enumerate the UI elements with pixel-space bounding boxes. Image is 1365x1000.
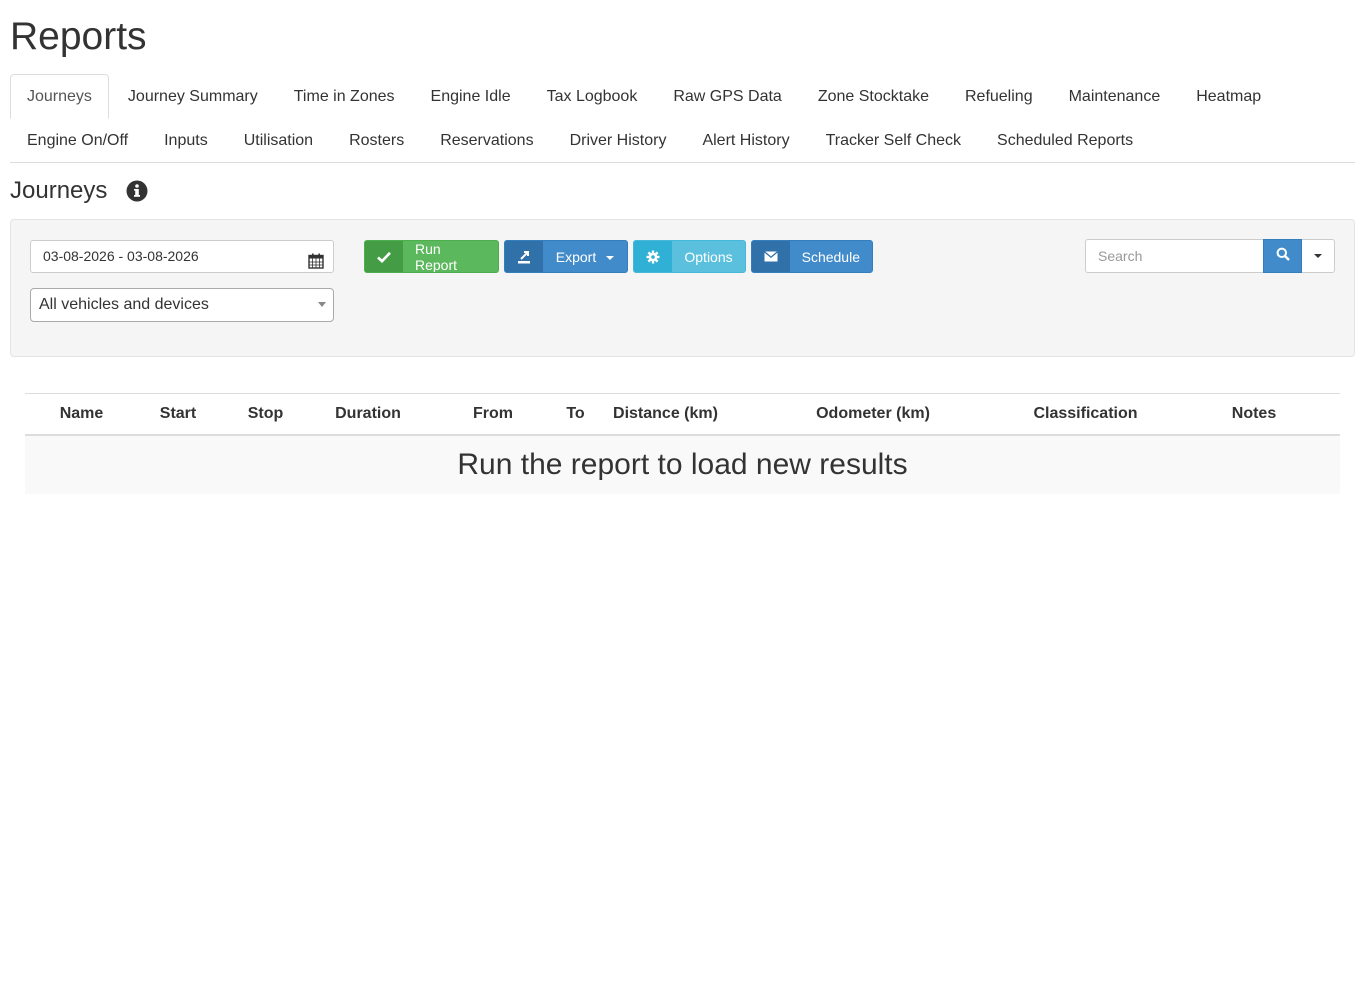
tab-utilisation[interactable]: Utilisation [227, 118, 330, 162]
column-header-start[interactable]: Start [138, 393, 218, 436]
options-label: Options [684, 248, 733, 265]
results-table: Name Start Stop Duration From To Distanc… [25, 393, 1340, 494]
section-header: Journeys [10, 163, 1355, 219]
tab-maintenance[interactable]: Maintenance [1052, 74, 1178, 118]
export-label: Export [555, 248, 597, 265]
column-header-name[interactable]: Name [25, 393, 138, 436]
search-input[interactable] [1085, 239, 1263, 273]
column-header-from[interactable]: From [423, 393, 563, 436]
vehicle-select-value: All vehicles and devices [39, 296, 209, 313]
table-header-row: Name Start Stop Duration From To Distanc… [25, 393, 1340, 436]
page-title: Reports [10, 15, 147, 58]
date-range-input[interactable]: 03-08-2026 - 03-08-2026 [30, 240, 334, 273]
reports-page: Reports Journeys Journey Summary Time in… [0, 0, 1365, 357]
tab-tax-logbook[interactable]: Tax Logbook [530, 74, 655, 118]
column-header-classification[interactable]: Classification [1003, 393, 1168, 436]
schedule-button[interactable]: Schedule [751, 240, 873, 273]
tab-journeys[interactable]: Journeys [10, 74, 109, 119]
check-icon [365, 241, 403, 272]
export-button[interactable]: Export [504, 240, 628, 273]
tab-heatmap[interactable]: Heatmap [1179, 74, 1278, 118]
export-icon [505, 241, 543, 272]
search-group [1085, 239, 1335, 273]
schedule-label: Schedule [801, 248, 860, 265]
tab-time-in-zones[interactable]: Time in Zones [277, 74, 412, 118]
column-header-notes[interactable]: Notes [1168, 393, 1340, 436]
envelope-icon [752, 241, 790, 272]
empty-results-message: Run the report to load new results [25, 434, 1340, 494]
column-header-distance[interactable]: Distance (km) [588, 393, 743, 436]
tab-alert-history[interactable]: Alert History [685, 118, 806, 162]
results-table-wrap: Name Start Stop Duration From To Distanc… [25, 393, 1340, 494]
tab-inputs[interactable]: Inputs [147, 118, 225, 162]
search-button[interactable] [1263, 239, 1302, 273]
search-icon [1276, 247, 1290, 266]
column-header-duration[interactable]: Duration [313, 393, 423, 436]
calendar-icon[interactable] [308, 249, 324, 269]
run-report-label: Run Report [415, 240, 458, 273]
column-header-to[interactable]: To [563, 393, 588, 436]
tab-engine-on-off[interactable]: Engine On/Off [10, 118, 145, 162]
search-options-dropdown[interactable] [1302, 239, 1335, 273]
table-row: Run the report to load new results [25, 434, 1340, 494]
run-report-button[interactable]: Run Report [364, 240, 499, 273]
report-tabs: Journeys Journey Summary Time in Zones E… [10, 74, 1355, 163]
tab-driver-history[interactable]: Driver History [553, 118, 684, 162]
tab-raw-gps-data[interactable]: Raw GPS Data [656, 74, 798, 118]
section-title: Journeys [10, 177, 108, 204]
caret-down-icon [1314, 254, 1322, 258]
chevron-down-icon [318, 302, 326, 307]
tab-tracker-self-check[interactable]: Tracker Self Check [809, 118, 978, 162]
tab-refueling[interactable]: Refueling [948, 74, 1050, 118]
filter-panel: 03-08-2026 - 03-08-2026 All vehicles and… [10, 219, 1355, 357]
tab-journey-summary[interactable]: Journey Summary [111, 74, 275, 118]
export-label-wrap: Export [543, 241, 627, 272]
vehicle-select[interactable]: All vehicles and devices [30, 288, 334, 322]
tab-scheduled-reports[interactable]: Scheduled Reports [980, 118, 1150, 162]
caret-down-icon [606, 255, 615, 260]
tab-zone-stocktake[interactable]: Zone Stocktake [801, 74, 946, 118]
column-header-stop[interactable]: Stop [218, 393, 313, 436]
gear-icon [634, 241, 672, 272]
tab-reservations[interactable]: Reservations [423, 118, 550, 162]
info-circle-icon[interactable] [126, 180, 148, 202]
column-header-odometer[interactable]: Odometer (km) [743, 393, 1003, 436]
options-button[interactable]: Options [633, 240, 746, 273]
tab-engine-idle[interactable]: Engine Idle [414, 74, 528, 118]
date-range-value: 03-08-2026 - 03-08-2026 [43, 248, 199, 264]
tab-rosters[interactable]: Rosters [332, 118, 421, 162]
